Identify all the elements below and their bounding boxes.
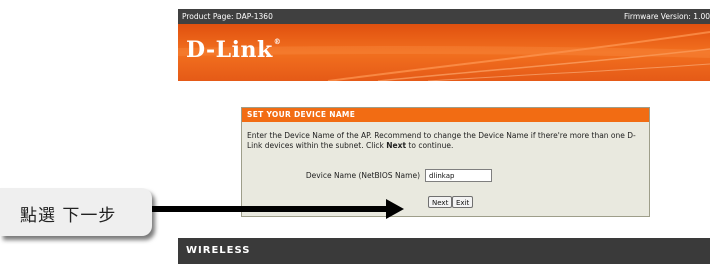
panel-description: Enter the Device Name of the AP. Recomme… — [242, 122, 649, 151]
description-next-emphasis: Next — [386, 141, 407, 150]
device-name-row: Device Name (NetBIOS Name) — [242, 169, 649, 183]
wireless-section-bar: WIRELESS — [178, 238, 710, 264]
panel-title: SET YOUR DEVICE NAME — [242, 108, 649, 122]
instruction-callout: 點選 下一步 — [0, 188, 152, 236]
registered-mark: ® — [273, 37, 282, 46]
exit-button[interactable]: Exit — [452, 196, 474, 208]
next-button[interactable]: Next — [428, 196, 453, 208]
logo-text: D-Link — [186, 37, 273, 63]
device-name-input[interactable] — [425, 169, 492, 182]
product-page-text: Product Page: DAP-1360 — [182, 12, 273, 21]
description-text-end: to continue. — [406, 141, 454, 150]
top-info-bar: Product Page: DAP-1360 Firmware Version:… — [178, 9, 710, 24]
device-name-panel: SET YOUR DEVICE NAME Enter the Device Na… — [241, 107, 650, 217]
dlink-logo: D-Link® — [186, 37, 281, 63]
brand-banner: D-Link® — [178, 24, 710, 81]
device-name-label: Device Name (NetBIOS Name) — [305, 171, 420, 180]
firmware-version-text: Firmware Version: 1.00 — [624, 12, 710, 21]
wireless-label: WIRELESS — [186, 245, 251, 256]
arrow-right-icon — [386, 199, 404, 219]
callout-text: 點選 下一步 — [20, 206, 117, 226]
callout-arrow-line — [152, 206, 388, 212]
